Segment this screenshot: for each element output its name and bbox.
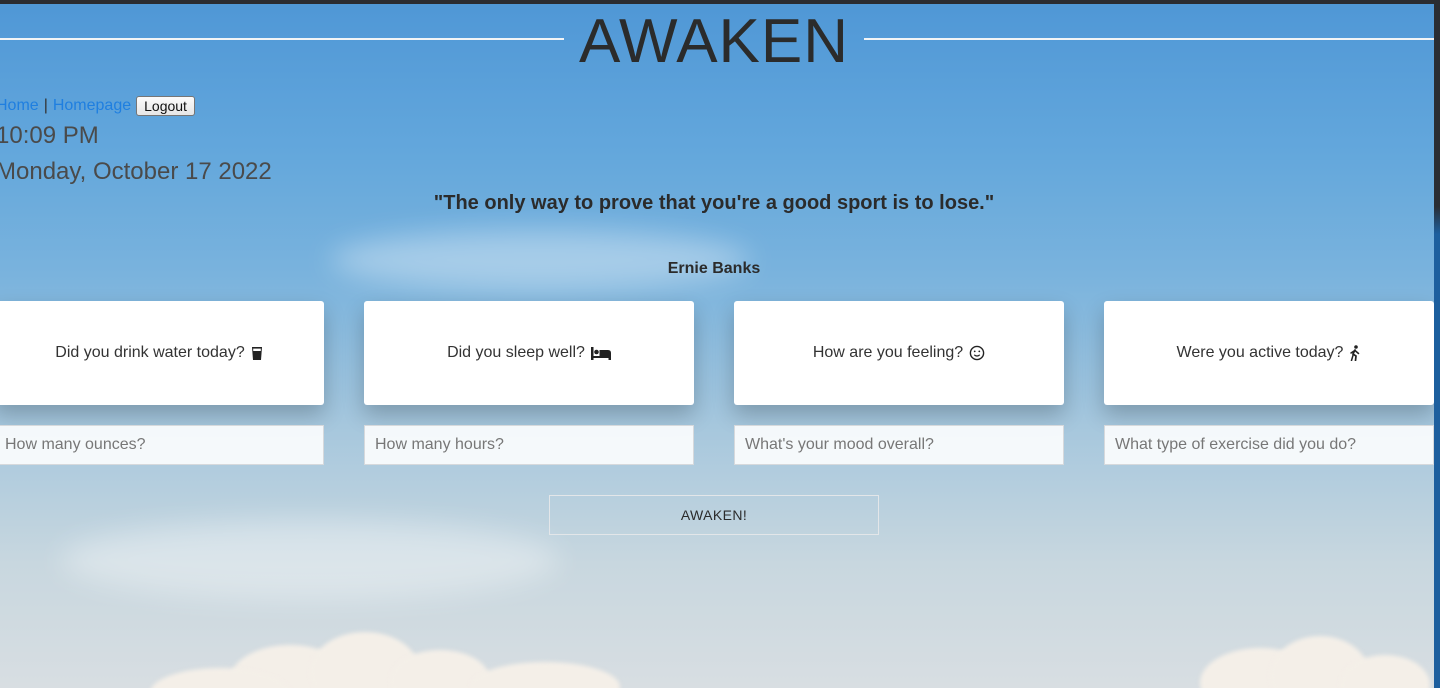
- nav-separator: |: [43, 97, 48, 114]
- background-cloud: [470, 662, 620, 688]
- current-date: Monday, October 17 2022: [0, 158, 272, 185]
- activity-question: Were you active today?: [1176, 344, 1344, 361]
- homepage-link[interactable]: Homepage: [53, 97, 131, 115]
- awaken-submit-button[interactable]: AWAKEN!: [549, 495, 879, 535]
- window-edge-strip: [1434, 0, 1440, 688]
- daily-quote: "The only way to prove that you're a goo…: [433, 192, 995, 214]
- water-question: Did you drink water today?: [55, 344, 245, 361]
- title-divider-right: [864, 38, 1434, 40]
- sleep-question: Did you sleep well?: [447, 344, 585, 361]
- activity-card: Were you active today?: [1104, 301, 1434, 405]
- water-card: Did you drink water today?: [0, 301, 324, 405]
- mood-input[interactable]: [734, 425, 1064, 465]
- header: AWAKEN: [0, 6, 1434, 76]
- logout-button[interactable]: Logout: [136, 96, 195, 116]
- walking-icon: [1349, 345, 1361, 361]
- home-link[interactable]: Home: [0, 97, 39, 115]
- current-time: 10:09 PM: [0, 122, 99, 149]
- glass-icon: [251, 346, 263, 361]
- sleep-card: Did you sleep well?: [364, 301, 694, 405]
- mood-card: How are you feeling?: [734, 301, 1064, 405]
- mood-question: How are you feeling?: [812, 344, 964, 361]
- exercise-input[interactable]: [1104, 425, 1434, 465]
- background-cloud: [60, 520, 560, 600]
- quote-author: Ernie Banks: [667, 260, 761, 277]
- bed-icon: [590, 346, 611, 360]
- ounces-input[interactable]: [0, 425, 324, 465]
- smile-icon: [969, 345, 985, 361]
- hours-input[interactable]: [364, 425, 694, 465]
- window-top-edge: [0, 0, 1440, 4]
- page-title: AWAKEN: [578, 7, 850, 76]
- nav-bar: Home | Homepage Logout: [0, 96, 195, 116]
